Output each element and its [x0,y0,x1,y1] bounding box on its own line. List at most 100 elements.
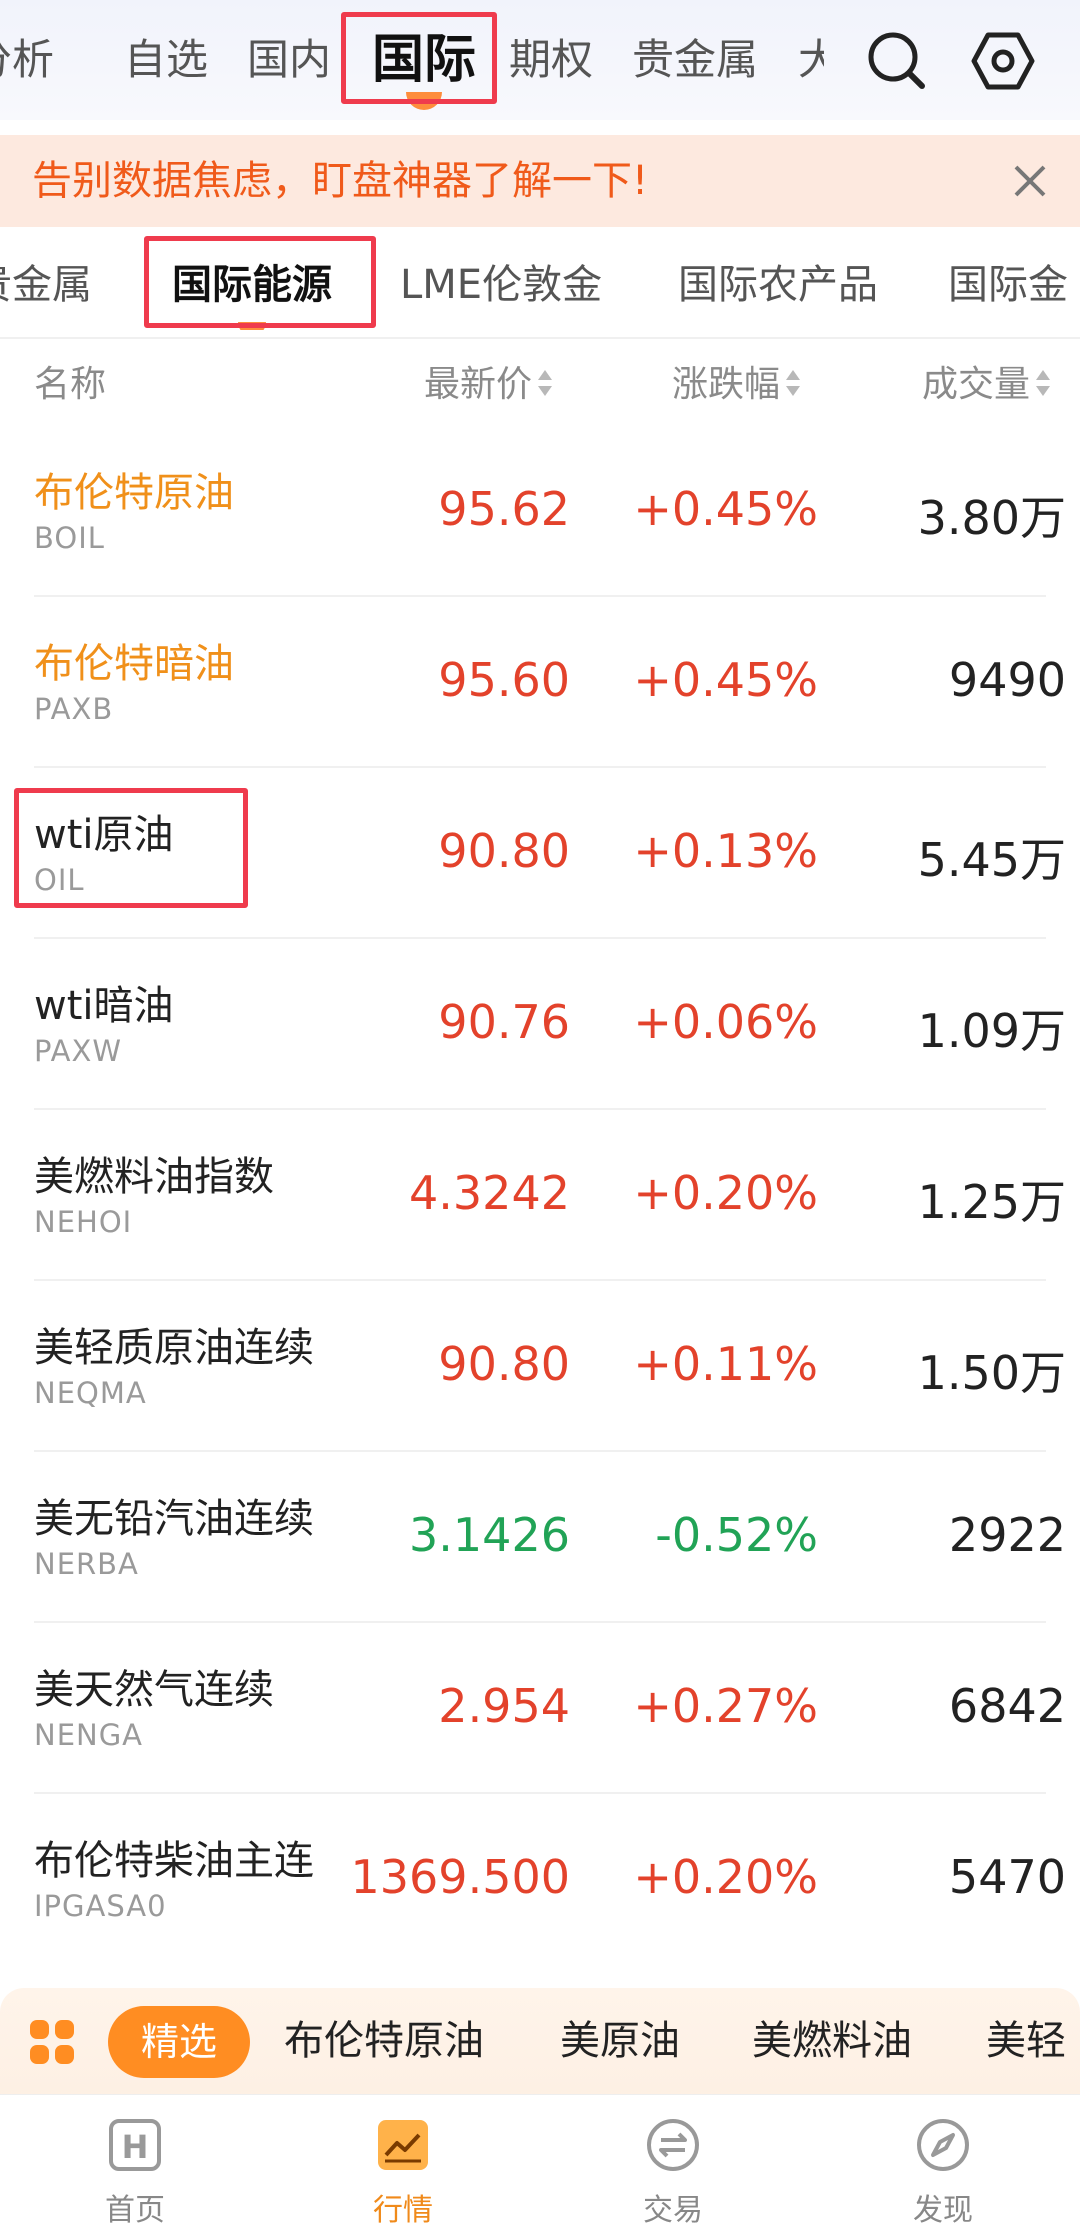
header-price[interactable]: 最新价 [424,345,553,425]
row-code: BOIL [34,521,105,555]
row-name: 美燃料油指数 [34,1154,274,1200]
quick-item-us-fuel[interactable]: 美燃料油 [752,1988,912,2094]
row-price: 95.62 [438,482,570,536]
row-volume: 5470 [948,1850,1066,1904]
row-volume: 9490 [948,653,1066,707]
top-tab-bar: 分析 自选 国内 国际 期权 贵金属 大 [0,0,1080,120]
row-code: NEQMA [34,1376,147,1410]
sort-icon [538,368,553,398]
row-change: +0.13% [633,824,818,878]
nav-label: 发现 [913,2193,973,2228]
sort-icon [786,368,801,398]
nav-trade[interactable]: 交易 [593,2095,753,2230]
row-code: NENGA [34,1718,144,1752]
table-row[interactable]: wti原油 OIL 90.80 +0.13% 5.45万 [0,768,1080,939]
quick-item-us-light[interactable]: 美轻 [986,1988,1066,2094]
home-icon: H [109,2119,161,2171]
highlight-box-wti-row [14,788,248,908]
nav-market[interactable]: 行情 [323,2095,483,2230]
banner-text: 告别数据焦虑，盯盘神器了解一下! [32,158,649,204]
row-price: 90.80 [438,824,570,878]
row-code: PAXW [34,1034,123,1068]
divider [0,337,1080,339]
tab-watchlist[interactable]: 自选 [124,22,208,98]
nav-home[interactable]: H 首页 [55,2095,215,2230]
table-row[interactable]: 美燃料油指数 NEHOI 4.3242 +0.20% 1.25万 [0,1110,1080,1281]
row-name: 美天然气连续 [34,1667,274,1713]
table-row[interactable]: 布伦特柴油主连 IPGASA0 1369.500 +0.20% 5470 [0,1794,1080,1965]
nav-label: 交易 [643,2193,703,2228]
settings-icon[interactable] [968,26,1038,96]
tab-domestic[interactable]: 国内 [247,22,331,98]
row-volume: 6842 [948,1679,1066,1733]
row-change: +0.11% [633,1337,818,1391]
quick-item-us-crude[interactable]: 美原油 [560,1988,680,2094]
table-row[interactable]: 布伦特暗油 PAXB 95.60 +0.45% 9490 [0,597,1080,768]
row-price: 3.1426 [409,1508,570,1562]
subtab-lme[interactable]: LME伦敦金 [400,240,602,330]
row-volume: 3.80万 [917,491,1066,545]
row-change: +0.06% [633,995,818,1049]
subtab-intl-metals[interactable]: 国际金 [948,240,1068,330]
row-price: 90.76 [438,995,570,1049]
grid-menu-icon[interactable] [28,2018,76,2066]
search-icon[interactable] [862,26,932,96]
row-volume: 2922 [948,1508,1066,1562]
row-change: +0.45% [633,653,818,707]
close-icon[interactable] [1010,161,1050,201]
chart-icon [378,2120,428,2170]
tab-more[interactable]: 大 [798,22,824,98]
quote-list: 布伦特原油 BOIL 95.62 +0.45% 3.80万 布伦特暗油 PAXB… [0,426,1080,1965]
tab-options[interactable]: 期权 [509,22,593,98]
tab-precious-metals[interactable]: 贵金属 [632,22,758,98]
table-header: 名称 最新价 涨跌幅 成交量 [0,345,1080,425]
exchange-icon [647,2119,699,2171]
nav-discover[interactable]: 发现 [863,2095,1023,2230]
header-volume[interactable]: 成交量 [922,345,1051,425]
row-price: 90.80 [438,1337,570,1391]
subtab-precious-metals[interactable]: 贵金属 [0,240,92,330]
highlight-box-international-tab [341,12,497,104]
quick-access-bar: 精选 布伦特原油 美原油 美燃料油 美轻 [0,1988,1080,2094]
subtab-intl-agri[interactable]: 国际农产品 [678,240,878,330]
row-price: 1369.500 [350,1850,571,1904]
sort-icon [1036,368,1051,398]
row-change: +0.27% [633,1679,818,1733]
row-volume: 1.50万 [917,1346,1066,1400]
row-name: 布伦特原油 [34,470,234,516]
header-change[interactable]: 涨跌幅 [672,345,801,425]
header-name: 名称 [34,364,107,405]
nav-label: 行情 [373,2193,433,2228]
table-row[interactable]: 美天然气连续 NENGA 2.954 +0.27% 6842 [0,1623,1080,1794]
row-code: NEHOI [34,1205,133,1239]
row-code: NERBA [34,1547,139,1581]
row-change: +0.20% [633,1850,818,1904]
row-code: IPGASA0 [34,1889,167,1923]
nav-label: 首页 [105,2193,165,2228]
svg-text:H: H [122,2128,149,2166]
row-price: 4.3242 [409,1166,570,1220]
row-volume: 1.09万 [917,1004,1066,1058]
table-row[interactable]: wti暗油 PAXW 90.76 +0.06% 1.09万 [0,939,1080,1110]
row-name: 布伦特柴油主连 [34,1838,314,1884]
row-volume: 1.25万 [917,1175,1066,1229]
row-volume: 5.45万 [917,833,1066,887]
featured-pill[interactable]: 精选 [108,2006,250,2078]
row-change: +0.20% [633,1166,818,1220]
row-price: 2.954 [438,1679,570,1733]
row-code: PAXB [34,692,114,726]
row-name: 布伦特暗油 [34,641,234,687]
row-name: 美轻质原油连续 [34,1325,314,1371]
row-name: wti暗油 [34,983,174,1029]
tab-analysis[interactable]: 分析 [0,22,54,98]
promo-banner[interactable]: 告别数据焦虑，盯盘神器了解一下! [0,135,1080,227]
bottom-nav: H 首页 行情 交易 发现 [0,2094,1080,2230]
row-name: 美无铅汽油连续 [34,1496,314,1542]
table-row[interactable]: 美无铅汽油连续 NERBA 3.1426 -0.52% 2922 [0,1452,1080,1623]
compass-icon [917,2119,969,2171]
table-row[interactable]: 美轻质原油连续 NEQMA 90.80 +0.11% 1.50万 [0,1281,1080,1452]
highlight-box-energy-tab [144,236,376,328]
quick-item-brent[interactable]: 布伦特原油 [284,1988,484,2094]
row-change: +0.45% [633,482,818,536]
table-row[interactable]: 布伦特原油 BOIL 95.62 +0.45% 3.80万 [0,426,1080,597]
